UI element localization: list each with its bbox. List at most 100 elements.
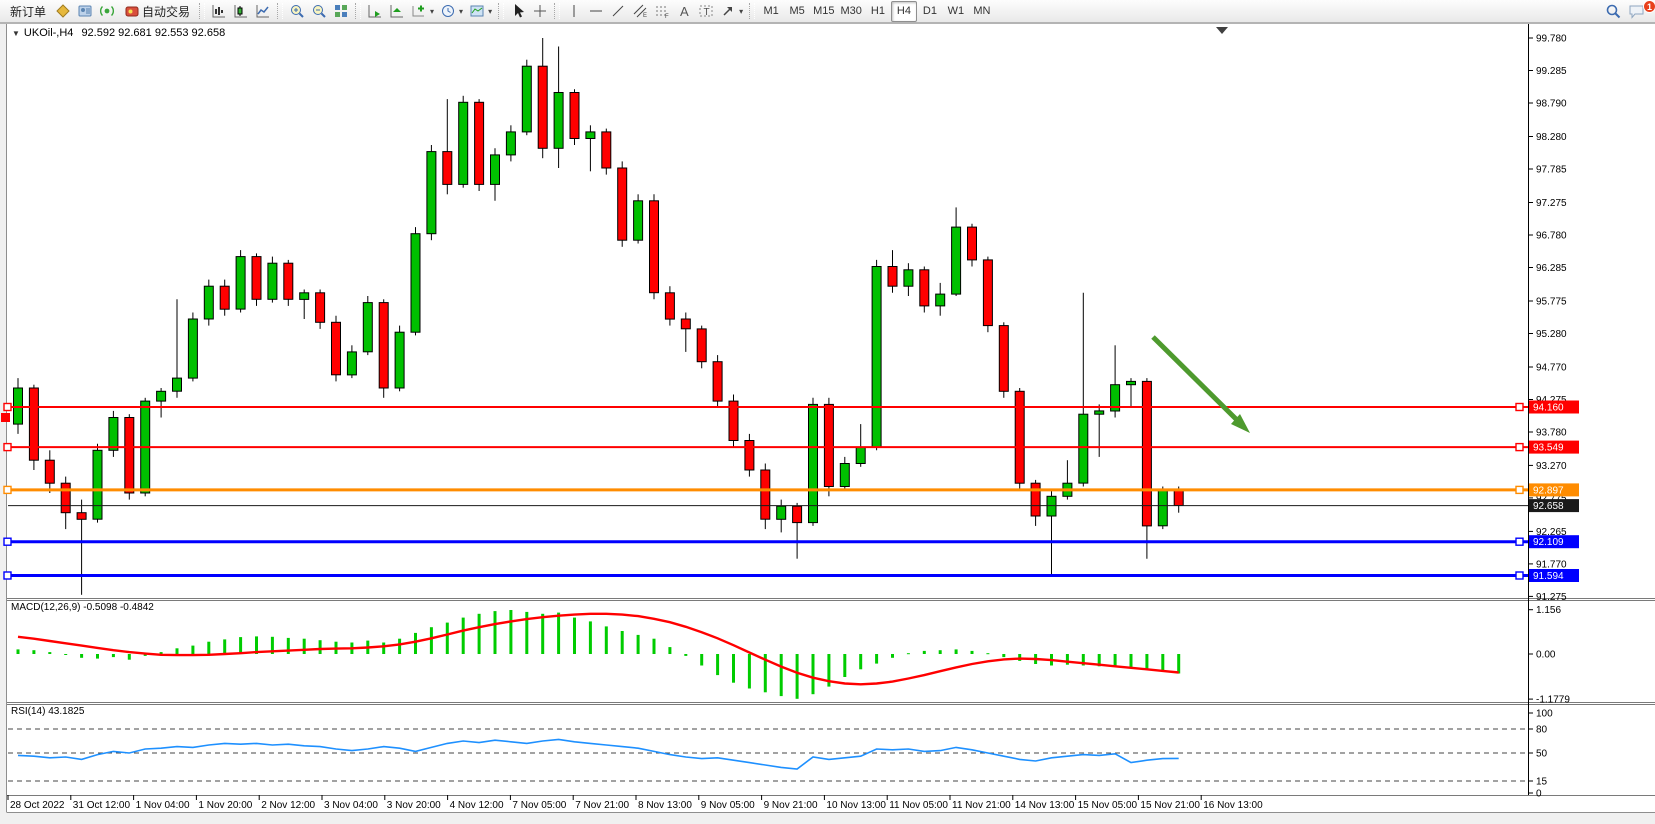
candle-body xyxy=(697,329,706,362)
templates-button[interactable]: ▾ xyxy=(466,1,495,22)
candle-body xyxy=(427,152,436,234)
candle-body xyxy=(379,303,388,388)
hline-handle[interactable] xyxy=(1516,572,1523,579)
zoom-in-button[interactable] xyxy=(286,1,308,22)
indicators-button[interactable]: ▾ xyxy=(408,1,437,22)
arrows-button[interactable]: ▾ xyxy=(717,1,746,22)
auto-scroll-button[interactable] xyxy=(364,1,386,22)
candle-body xyxy=(1127,381,1136,384)
crosshair-icon xyxy=(532,3,548,19)
profiles-button[interactable] xyxy=(74,1,96,22)
notification-badge: 1 xyxy=(1643,0,1655,13)
candle-body xyxy=(157,391,166,401)
price-badge-92.897: 92.897 xyxy=(1533,485,1564,496)
chart-canvas[interactable]: 99.78099.28598.79098.28097.78597.27596.7… xyxy=(0,0,1655,824)
toolbar-grip xyxy=(749,3,755,19)
vertical-line-icon xyxy=(566,3,582,19)
price-tick-label: 93.270 xyxy=(1536,461,1567,472)
candle-body xyxy=(1158,490,1167,526)
timeframe-w1[interactable]: W1 xyxy=(943,1,969,22)
timeframe-mn[interactable]: MN xyxy=(969,1,995,22)
broadcast-icon xyxy=(99,3,115,19)
search-button[interactable] xyxy=(1602,1,1625,22)
candle-body xyxy=(506,132,515,155)
hline-handle[interactable] xyxy=(4,486,11,493)
time-tick-label: 15 Nov 05:00 xyxy=(1078,800,1138,811)
trendline-button[interactable] xyxy=(607,1,629,22)
broadcast-button[interactable] xyxy=(96,1,118,22)
candle-body xyxy=(840,464,849,487)
templates-icon xyxy=(469,3,485,19)
periods-button[interactable]: ▾ xyxy=(437,1,466,22)
bar-chart-icon xyxy=(211,3,227,19)
candle-body xyxy=(618,168,627,240)
price-tick-label: 91.770 xyxy=(1536,559,1567,570)
hline-handle[interactable] xyxy=(4,538,11,545)
hline-handle[interactable] xyxy=(1516,486,1523,493)
candle-body xyxy=(363,303,372,352)
candle-body xyxy=(1079,414,1088,483)
candle-body xyxy=(45,460,54,483)
line-chart-button[interactable] xyxy=(252,1,274,22)
fibonacci-button[interactable]: F xyxy=(651,1,673,22)
candle-body xyxy=(109,418,118,451)
equidistant-channel-button[interactable]: E xyxy=(629,1,651,22)
candle-body xyxy=(952,227,961,294)
toolbar-grip xyxy=(199,3,205,19)
candle-body xyxy=(888,267,897,287)
price-badge-93.549: 93.549 xyxy=(1533,443,1564,454)
time-tick-label: 8 Nov 13:00 xyxy=(638,800,692,811)
timeframe-d1[interactable]: D1 xyxy=(917,1,943,22)
time-tick-label: 7 Nov 21:00 xyxy=(575,800,629,811)
new-chart-button[interactable] xyxy=(52,1,74,22)
crosshair-button[interactable] xyxy=(529,1,551,22)
toolbar-grip xyxy=(277,3,283,19)
candle-body xyxy=(29,388,38,460)
tile-windows-button[interactable] xyxy=(330,1,352,22)
timeframe-m1[interactable]: M1 xyxy=(758,1,784,22)
candle-body xyxy=(983,260,992,326)
candle-body xyxy=(475,102,484,184)
timeframe-m5[interactable]: M5 xyxy=(784,1,810,22)
timeframe-h1[interactable]: H1 xyxy=(865,1,891,22)
price-badge-92.109: 92.109 xyxy=(1533,537,1564,548)
hline-handle[interactable] xyxy=(1516,404,1523,411)
hline-handle[interactable] xyxy=(1516,538,1523,545)
svg-text:1.156: 1.156 xyxy=(1536,605,1561,616)
zoom-in-icon xyxy=(289,3,305,19)
candle-body xyxy=(1015,391,1024,483)
vertical-line-button[interactable] xyxy=(563,1,585,22)
hline-handle[interactable] xyxy=(4,572,11,579)
cursor-button[interactable] xyxy=(507,1,529,22)
text-label-button[interactable]: T xyxy=(695,1,717,22)
toolbar: 新订单 自动交易 xyxy=(0,0,1655,23)
hline-handle[interactable] xyxy=(1516,444,1523,451)
text-button[interactable]: A xyxy=(673,1,695,22)
candlestick-chart-button[interactable] xyxy=(230,1,252,22)
candle-body xyxy=(522,66,531,132)
price-tick-label: 95.280 xyxy=(1536,329,1567,340)
new-order-button[interactable]: 新订单 xyxy=(4,1,52,22)
dropdown-arrow-icon: ▾ xyxy=(430,7,434,16)
bar-chart-button[interactable] xyxy=(208,1,230,22)
candle-body xyxy=(268,263,277,299)
chart-dropdown-icon[interactable]: ▼ xyxy=(12,29,20,38)
zoom-out-button[interactable] xyxy=(308,1,330,22)
timeframe-m15[interactable]: M15 xyxy=(810,1,837,22)
autotrading-button[interactable]: 自动交易 xyxy=(118,1,196,22)
candle-body xyxy=(856,447,865,463)
hline-handle[interactable] xyxy=(4,404,11,411)
chart-shift-button[interactable] xyxy=(386,1,408,22)
timeframe-h4[interactable]: H4 xyxy=(891,1,917,22)
hline-handle[interactable] xyxy=(4,444,11,451)
time-tick-label: 14 Nov 13:00 xyxy=(1015,800,1075,811)
toolbar-grip xyxy=(355,3,361,19)
price-tick-label: 94.770 xyxy=(1536,363,1567,374)
candle-body xyxy=(538,66,547,148)
candle-body xyxy=(459,102,468,184)
chart-symbol-period: UKOil-,H4 xyxy=(24,27,74,39)
indicators-icon xyxy=(411,3,427,19)
periods-icon xyxy=(440,3,456,19)
horizontal-line-button[interactable] xyxy=(585,1,607,22)
timeframe-m30[interactable]: M30 xyxy=(838,1,865,22)
